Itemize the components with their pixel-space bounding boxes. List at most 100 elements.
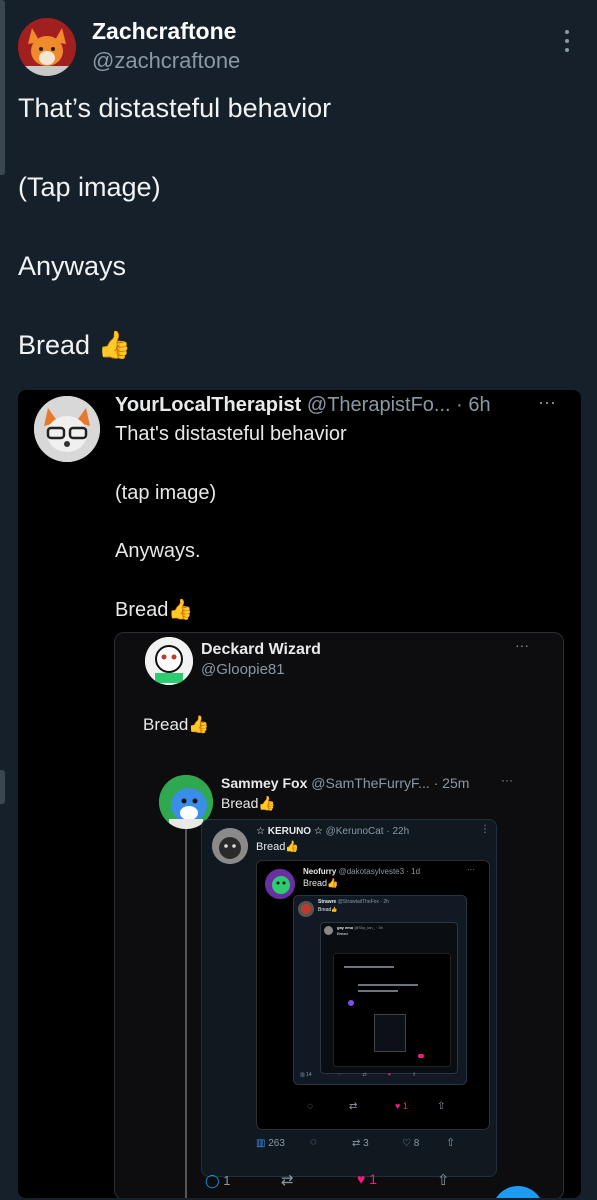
quote3-bread: Bread xyxy=(221,795,259,811)
quote4-header: ☆ KERUNO ☆ @KerunoCat · 22h xyxy=(256,826,409,837)
quote4-reply-icon: ◌ xyxy=(310,1136,317,1148)
quote1-line-2: (tap image) xyxy=(115,482,217,504)
quote4-text: Bread👍 xyxy=(256,840,299,853)
quote4-retweets: ⇄ 3 xyxy=(352,1138,369,1149)
quote6-text: Bread👍 xyxy=(318,907,338,913)
author-name[interactable]: Zachcraftone xyxy=(92,18,236,45)
post-text-line-1: That’s distasteful behavior xyxy=(18,93,332,123)
left-scroll-handle[interactable] xyxy=(0,0,5,175)
quote6-views-icon: ▥ xyxy=(300,1072,305,1078)
quote7-avatar xyxy=(324,926,333,935)
quote4-card: ☆ KERUNO ☆ @KerunoCat · 22h ⋮ Bread👍 Neo… xyxy=(201,819,497,1177)
quote6-views-count: 14 xyxy=(306,1072,312,1078)
post-text-bread: Bread xyxy=(18,330,91,360)
quote4-retweet-icon: ⇄ xyxy=(352,1138,361,1149)
quote2-handle: @Gloopie81 xyxy=(201,661,285,678)
deep-line xyxy=(344,966,394,968)
author-handle[interactable]: @zachcraftone xyxy=(92,48,240,74)
left-scroll-handle-lower[interactable] xyxy=(0,770,5,804)
quote5-text: Bread👍 xyxy=(303,878,338,889)
quote6-handle-time: @StrawtailTheFox · 2h xyxy=(337,899,389,905)
quote5-like: ♥ 1 xyxy=(395,1101,408,1111)
quote1-line-4: Bread👍 xyxy=(115,597,193,622)
quote1-name: YourLocalTherapist xyxy=(115,394,302,416)
quote4-views-count: 263 xyxy=(268,1138,285,1149)
quote4-views: ▥ 263 xyxy=(256,1138,285,1149)
quote5-like-count: 1 xyxy=(402,1101,408,1111)
quote4-likes: ♡ 8 xyxy=(402,1138,419,1149)
thumbs-up-emoji: 👍 xyxy=(97,330,132,360)
quote6-avatar xyxy=(298,901,314,917)
quote2-avatar xyxy=(145,637,193,685)
quote5-retweet-icon: ⇄ xyxy=(349,1101,358,1112)
quote4-avatar xyxy=(212,828,248,864)
quote5-more-icon: ··· xyxy=(467,865,475,874)
strawre-avatar-icon xyxy=(298,901,314,917)
quote7-text: Bread xyxy=(337,931,348,936)
quote1-header: YourLocalTherapist @TherapistFo... · 6h xyxy=(115,394,491,417)
quote6-thumbs-up-emoji: 👍 xyxy=(331,907,338,913)
deckard-avatar-icon xyxy=(145,637,193,685)
quote2-name: Deckard Wizard xyxy=(201,641,321,658)
more-options-icon[interactable] xyxy=(560,28,574,54)
therapist-fox-avatar-icon xyxy=(34,396,100,462)
quote3-more-icon: ··· xyxy=(501,773,513,787)
quote7-handle-time: @Sky_lan_ · 3h xyxy=(354,925,383,930)
quote2-thumbs-up-emoji: 👍 xyxy=(188,715,210,734)
post-text-line-2: (Tap image) xyxy=(18,172,161,202)
quote3-handle-time: @SamTheFurryF... · 25m xyxy=(311,775,470,791)
deep-block xyxy=(374,1014,406,1052)
quote7-card: gay emo @Sky_lan_ · 3h Bread xyxy=(320,922,458,1074)
quote5-share-icon: ⇧ xyxy=(437,1101,446,1112)
quote3-replies: ◯ 1 xyxy=(205,1173,230,1189)
quote6-bread: Bread xyxy=(318,907,332,913)
quote3-header: Sammey Fox @SamTheFurryF... · 25m xyxy=(221,775,469,791)
quote4-share-icon: ⇧ xyxy=(446,1137,456,1149)
post-text-line-4: Bread 👍 xyxy=(18,329,131,361)
quote5-thumbs-up-emoji: 👍 xyxy=(327,878,339,888)
quote2-card: Deckard Wizard @Gloopie81 ··· Bread👍 Sam… xyxy=(114,632,564,1198)
quote1-more-icon: ··· xyxy=(538,392,556,412)
quote3-retweet-icon: ⇄ xyxy=(281,1172,294,1189)
quote5-bread: Bread xyxy=(303,878,328,888)
quote5-handle-time: @dakotasylveste3 · 1d xyxy=(338,867,421,876)
quote6-header: Strawre @StrawtailTheFox · 2h xyxy=(318,899,389,905)
quote4-retweet-count: 3 xyxy=(363,1138,369,1149)
quote3-reply-count: 1 xyxy=(223,1173,231,1188)
quote5-like-icon: ♥ xyxy=(395,1101,401,1111)
quote5-avatar xyxy=(265,869,295,899)
attached-image[interactable]: YourLocalTherapist @TherapistFo... · 6h … xyxy=(18,390,581,1198)
quote6-name: Strawre xyxy=(318,899,337,905)
quote3-reply-icon: ◯ xyxy=(205,1173,220,1188)
quote1-bread: Bread xyxy=(115,599,169,621)
quote3-like-count: 1 xyxy=(369,1171,377,1187)
quote4-like-icon: ♡ xyxy=(402,1138,411,1149)
quote3-thumbs-up-emoji: 👍 xyxy=(258,795,276,811)
neofurry-avatar-icon xyxy=(265,869,295,899)
post-text-line-3: Anyways xyxy=(18,251,127,281)
quote4-views-icon: ▥ xyxy=(256,1138,266,1149)
quote4-handle-time: @KerunoCat · 22h xyxy=(325,826,410,837)
deep-nested-quote xyxy=(333,953,451,1067)
quote6-actions: ◌ ⇄ ♥ ⇧ xyxy=(338,1072,427,1078)
quote1-line-1: That's distasteful behavior xyxy=(115,423,347,445)
deep-highlight xyxy=(348,1000,354,1006)
deep-line xyxy=(358,984,418,986)
quote2-bread: Bread xyxy=(143,715,189,734)
quote3-likes: ♥ 1 xyxy=(357,1171,377,1187)
quote7-header: gay emo @Sky_lan_ · 3h xyxy=(337,925,383,930)
quote1-line-3: Anyways. xyxy=(115,540,201,562)
quote4-bread: Bread xyxy=(256,841,286,853)
thread-line xyxy=(185,829,187,1198)
fox-avatar-icon xyxy=(18,18,76,76)
quote4-more-icon: ⋮ xyxy=(480,824,490,835)
quote5-card: Neofurry @dakotasylveste3 · 1d ··· Bread… xyxy=(256,860,490,1130)
author-avatar[interactable] xyxy=(18,18,76,76)
quote4-thumbs-up-emoji: 👍 xyxy=(285,841,300,853)
quote1-handle-time: @TherapistFo... · 6h xyxy=(306,394,491,416)
quote2-more-icon: ··· xyxy=(515,637,529,653)
quote4-name: ☆ KERUNO ☆ xyxy=(256,826,323,837)
quote3-name: Sammey Fox xyxy=(221,775,308,791)
keruno-avatar-icon xyxy=(212,828,248,864)
quote5-name: Neofurry xyxy=(303,867,337,876)
